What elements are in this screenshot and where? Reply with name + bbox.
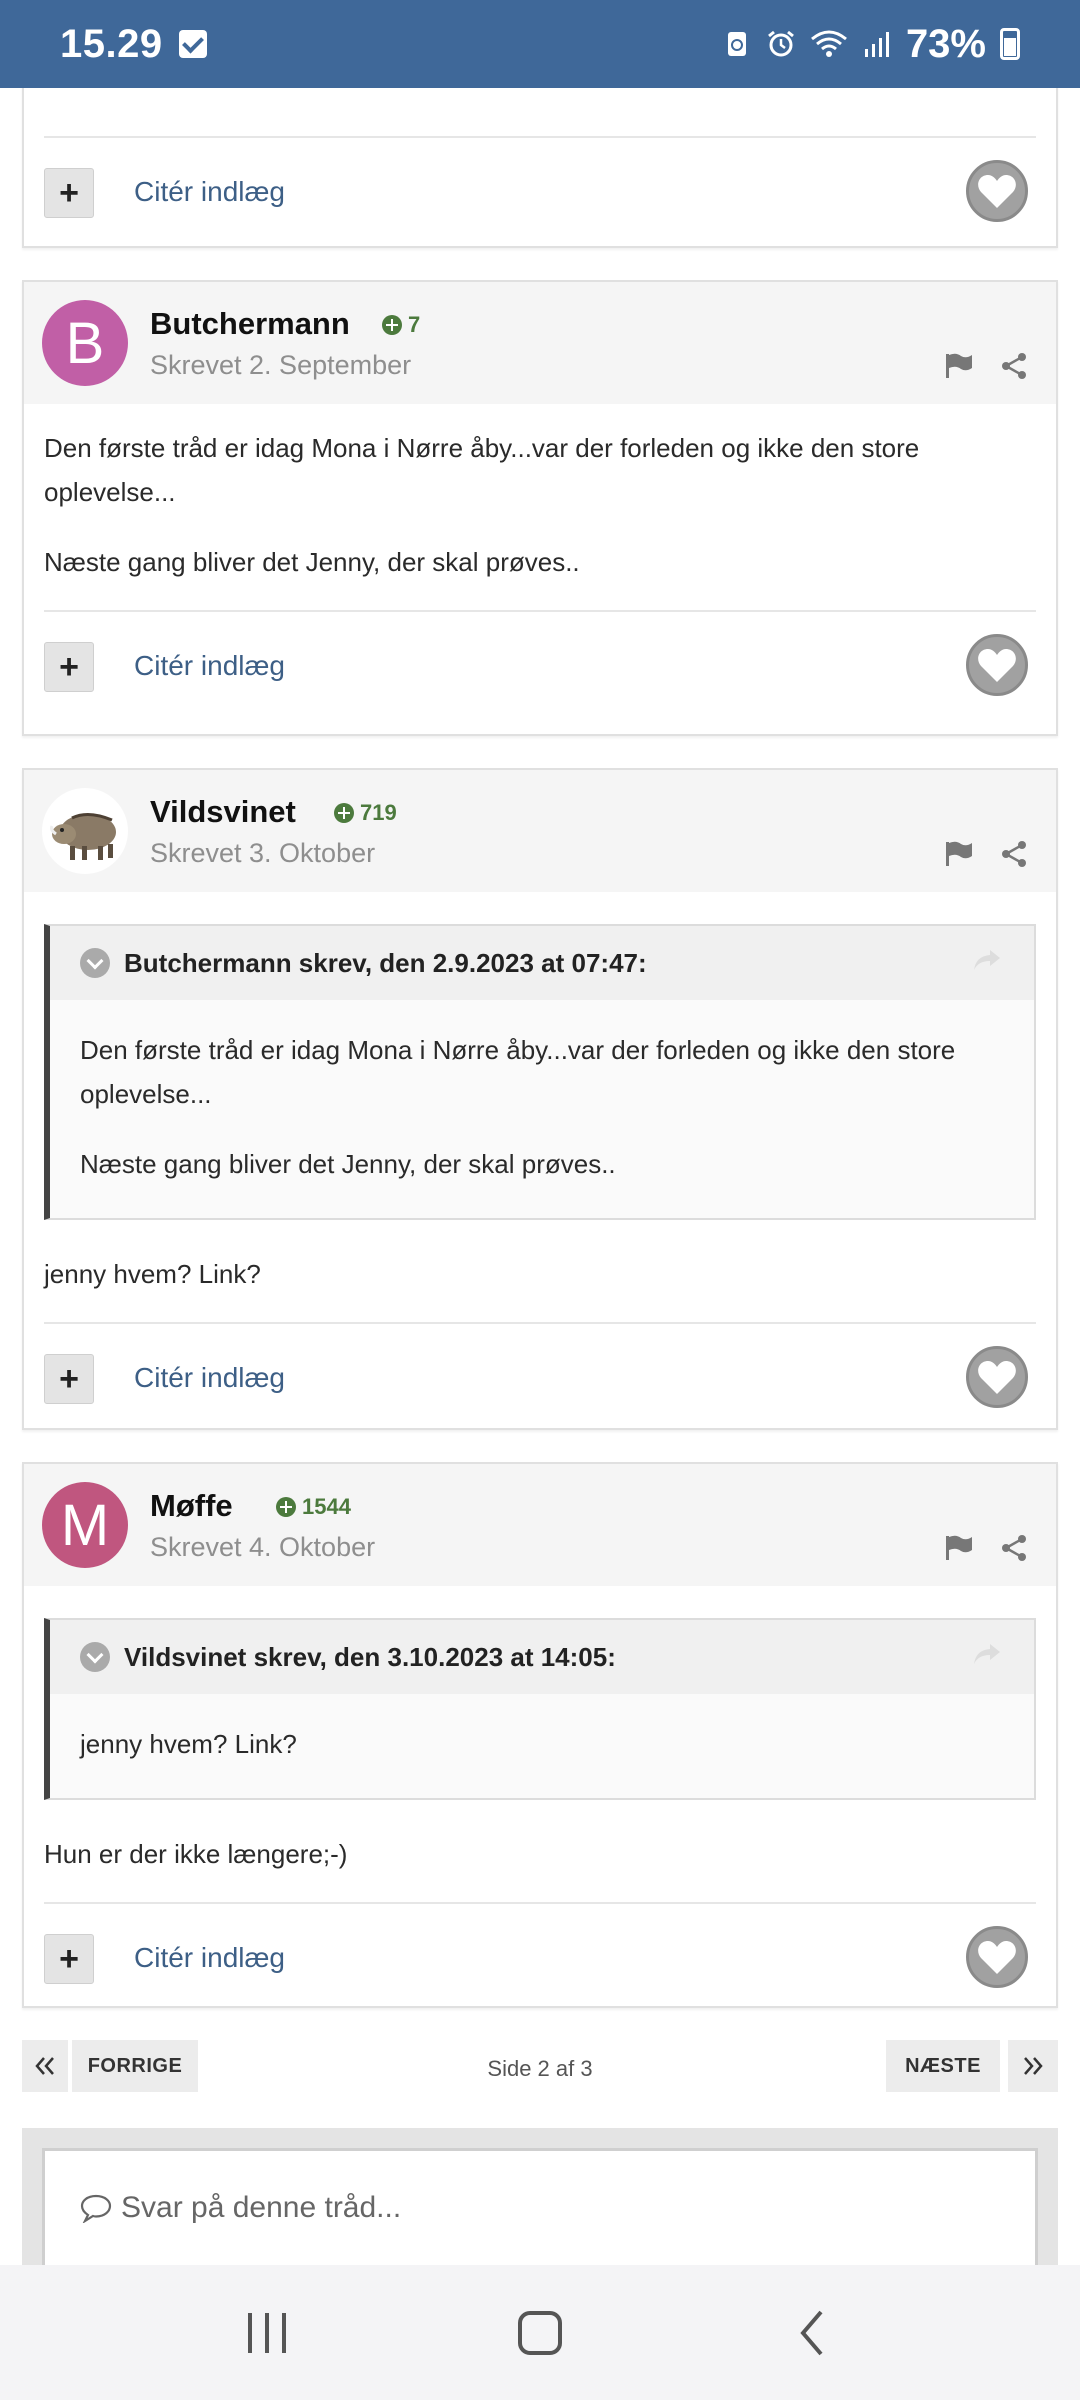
author-name[interactable]: Vildsvinet (150, 794, 296, 830)
double-chevron-right-icon (1024, 2057, 1043, 2075)
checkbox-notification-icon (178, 30, 207, 58)
reply-input[interactable]: Svar på denne tråd... (42, 2148, 1038, 2268)
back-icon (800, 2310, 823, 2355)
flag-icon[interactable] (944, 840, 974, 868)
quote-post-link[interactable]: Citér indlæg (134, 1942, 285, 1974)
quote-author: Butchermann skrev, den 2.9.2023 at 07:47… (124, 947, 647, 978)
like-button[interactable] (966, 1926, 1028, 1988)
heart-icon (978, 175, 1016, 208)
boar-avatar-image (50, 813, 116, 860)
post-content: Vildsvinet skrev, den 3.10.2023 at 14:05… (24, 1586, 1056, 1904)
share-icon[interactable] (1000, 352, 1028, 380)
quote-paragraph: Den første tråd er idag Mona i Nørre åby… (80, 1035, 956, 1109)
flag-icon[interactable] (944, 352, 974, 380)
like-button[interactable] (966, 634, 1028, 696)
battery-saver-icon (727, 32, 746, 56)
reputation-count: 719 (360, 800, 397, 825)
quote-header[interactable]: Butchermann skrev, den 2.9.2023 at 07:47… (50, 926, 1034, 1000)
recent-apps-button[interactable] (227, 2303, 307, 2363)
author-name[interactable]: Butchermann (150, 306, 350, 342)
reply-container: Svar på denne tråd... (22, 2128, 1058, 2268)
chevron-down-icon[interactable] (80, 948, 110, 978)
avatar[interactable] (42, 788, 128, 874)
post-date[interactable]: Skrevet 3. Oktober (150, 838, 375, 869)
system-nav-bar (0, 2265, 1080, 2400)
home-button[interactable] (500, 2303, 580, 2363)
share-icon[interactable] (1000, 1534, 1028, 1562)
plus-circle-icon (334, 803, 354, 823)
quote-paragraph: Næste gang bliver det Jenny, der skal pr… (80, 1149, 616, 1179)
like-button[interactable] (966, 1346, 1028, 1408)
multiquote-button[interactable]: + (44, 642, 94, 692)
quote-author: Vildsvinet skrev, den 3.10.2023 at 14:05… (124, 1641, 616, 1672)
battery-icon (1000, 28, 1020, 60)
next-page-button[interactable]: NÆSTE (886, 2040, 1000, 2092)
avatar[interactable]: M (42, 1482, 128, 1568)
share-arrow-icon[interactable] (972, 1642, 1002, 1666)
reputation-badge: 719 (334, 800, 397, 826)
share-arrow-icon[interactable] (972, 948, 1002, 972)
avatar[interactable]: B (42, 300, 128, 386)
post-paragraph: Den første tråd er idag Mona i Nørre åby… (44, 433, 920, 507)
quote-post-link[interactable]: Citér indlæg (134, 176, 285, 208)
quote-post-link[interactable]: Citér indlæg (134, 650, 285, 682)
reputation-badge: 7 (382, 312, 420, 338)
like-button[interactable] (966, 160, 1028, 222)
post-footer: + Citér indlæg (24, 138, 1056, 246)
post-date[interactable]: Skrevet 4. Oktober (150, 1532, 375, 1563)
heart-icon (978, 1361, 1016, 1394)
quote-paragraph: jenny hvem? Link? (80, 1729, 297, 1759)
heart-icon (978, 1941, 1016, 1974)
post-content: Butchermann skrev, den 2.9.2023 at 07:47… (24, 892, 1056, 1324)
heart-icon (978, 649, 1016, 682)
flag-icon[interactable] (944, 1534, 974, 1562)
recent-apps-icon (247, 2312, 286, 2353)
post-date[interactable]: Skrevet 2. September (150, 350, 411, 381)
status-time: 15.29 (60, 21, 163, 66)
post: B Butchermann 7 Skrevet 2. September Den… (22, 280, 1058, 736)
post-footer: + Citér indlæg (24, 612, 1056, 720)
status-bar: 15.29 73% (0, 0, 1080, 88)
quote-post-link[interactable]: Citér indlæg (134, 1362, 285, 1394)
multiquote-button[interactable]: + (44, 1934, 94, 1984)
wifi-icon (810, 30, 847, 57)
quote-header[interactable]: Vildsvinet skrev, den 3.10.2023 at 14:05… (50, 1620, 1034, 1694)
chevron-down-icon[interactable] (80, 1642, 110, 1672)
post-header: B Butchermann 7 Skrevet 2. September (24, 282, 1056, 404)
quote-block: Vildsvinet skrev, den 3.10.2023 at 14:05… (44, 1618, 1036, 1800)
reputation-badge: 1544 (276, 1494, 351, 1520)
quote-content: jenny hvem? Link? (50, 1694, 1034, 1798)
signal-icon (864, 32, 889, 57)
reputation-count: 7 (408, 312, 421, 337)
post-paragraph: Hun er der ikke længere;-) (44, 1839, 348, 1869)
post-paragraph: Næste gang bliver det Jenny, der skal pr… (44, 547, 580, 577)
home-icon (517, 2310, 562, 2355)
plus-circle-icon (276, 1497, 296, 1517)
multiquote-button[interactable]: + (44, 168, 94, 218)
back-button[interactable] (773, 2303, 853, 2363)
post-footer: + Citér indlæg (24, 1904, 1056, 2012)
page: 15.29 73% + Citér indlæg B Butchermann 7 (0, 0, 1080, 2400)
post: Vildsvinet 719 Skrevet 3. Oktober Butche… (22, 768, 1058, 1430)
reply-placeholder: Svar på denne tråd... (121, 2191, 402, 2224)
share-icon[interactable] (1000, 840, 1028, 868)
plus-circle-icon (382, 315, 402, 335)
post-header: Vildsvinet 719 Skrevet 3. Oktober (24, 770, 1056, 892)
multiquote-button[interactable]: + (44, 1354, 94, 1404)
last-page-button[interactable] (1008, 2040, 1058, 2092)
post-header: M Møffe 1544 Skrevet 4. Oktober (24, 1464, 1056, 1586)
post: M Møffe 1544 Skrevet 4. Oktober Vildsvin… (22, 1462, 1058, 2008)
post-content: Den første tråd er idag Mona i Nørre åby… (24, 404, 1056, 612)
pagination: FORRIGE Side 2 af 3 NÆSTE (22, 2040, 1058, 2092)
status-icons: 73% (722, 22, 1020, 67)
post-footer: + Citér indlæg (24, 1324, 1056, 1432)
comment-icon (80, 2194, 112, 2223)
alarm-icon (768, 30, 794, 57)
author-name[interactable]: Møffe (150, 1488, 233, 1524)
battery-percent: 73% (905, 21, 986, 66)
quote-block: Butchermann skrev, den 2.9.2023 at 07:47… (44, 924, 1036, 1220)
post-paragraph: jenny hvem? Link? (44, 1259, 261, 1289)
reputation-count: 1544 (302, 1494, 351, 1519)
quote-content: Den første tråd er idag Mona i Nørre åby… (50, 1000, 1034, 1218)
